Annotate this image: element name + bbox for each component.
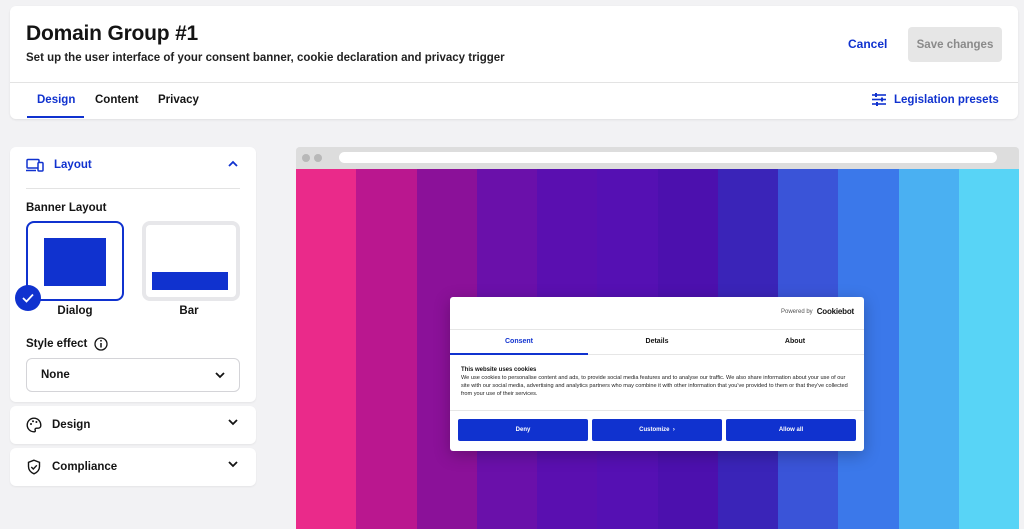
window-dot (302, 154, 310, 162)
chevron-down-icon (215, 371, 225, 378)
design-section-title: Design (52, 419, 91, 431)
header-divider (10, 82, 1018, 83)
powered-by-cookiebot: Powered by Cookiebot (781, 307, 854, 316)
dialog-option-label: Dialog (57, 305, 93, 317)
background-stripe (356, 169, 417, 529)
dialog-footer-divider (450, 410, 864, 411)
design-panel[interactable]: Design (10, 406, 256, 444)
page-header: Domain Group #1 Set up the user interfac… (10, 6, 1018, 119)
style-effect-label: Style effect (26, 338, 88, 350)
shield-check-icon (27, 459, 41, 475)
customize-button[interactable]: Customize › (592, 419, 722, 441)
consent-dialog-preview: Powered by Cookiebot Consent Details Abo… (450, 297, 864, 451)
cancel-button[interactable]: Cancel (848, 37, 887, 51)
save-changes-button[interactable]: Save changes (908, 27, 1002, 62)
compliance-section-title: Compliance (52, 461, 118, 473)
page-subtitle: Set up the user interface of your consen… (26, 52, 505, 64)
deny-button[interactable]: Deny (458, 419, 588, 441)
chevron-down-icon[interactable] (228, 461, 238, 468)
background-stripe (898, 169, 959, 529)
page-title: Domain Group #1 (26, 22, 199, 45)
browser-url-bar (339, 152, 997, 163)
banner-layout-label: Banner Layout (26, 202, 107, 214)
style-effect-select[interactable]: None (26, 358, 240, 392)
window-dot (314, 154, 322, 162)
background-stripe (296, 169, 357, 529)
layout-divider (26, 188, 240, 189)
legislation-presets-label: Legislation presets (894, 93, 999, 106)
tab-privacy[interactable]: Privacy (158, 94, 199, 106)
style-effect-label-row: Style effect (26, 337, 109, 351)
chevron-down-icon[interactable] (228, 419, 238, 426)
layout-section-header[interactable]: Layout (26, 158, 92, 172)
bar-option-label: Bar (179, 305, 199, 317)
legislation-presets-button[interactable]: Legislation presets (872, 93, 999, 106)
layout-option-dialog[interactable] (26, 221, 124, 301)
compliance-section-header[interactable]: Compliance (26, 459, 117, 475)
active-tab-indicator (27, 116, 84, 118)
dialog-tab-consent[interactable]: Consent (450, 338, 588, 345)
banner-preview-browser: Powered by Cookiebot Consent Details Abo… (296, 147, 1019, 529)
allow-all-button[interactable]: Allow all (726, 419, 856, 441)
background-stripe (958, 169, 1019, 529)
style-effect-value: None (41, 369, 70, 381)
chevron-up-icon[interactable] (228, 160, 238, 167)
dialog-divider (450, 329, 864, 330)
powered-by-label: Powered by (781, 308, 813, 315)
palette-icon (26, 417, 42, 433)
devices-icon (26, 158, 44, 172)
browser-toolbar (296, 147, 1019, 169)
chevron-right-icon: › (671, 427, 675, 433)
layout-section-title: Layout (54, 159, 92, 171)
compliance-panel[interactable]: Compliance (10, 448, 256, 486)
tab-content[interactable]: Content (95, 94, 138, 106)
info-icon[interactable] (94, 337, 109, 351)
tab-design[interactable]: Design (37, 94, 75, 106)
layout-option-bar[interactable] (142, 221, 240, 301)
layout-panel: Layout Banner Layout Dialog Bar Style ef… (10, 147, 256, 402)
dialog-tab-about[interactable]: About (726, 338, 864, 345)
bar-preview-shape (152, 272, 228, 290)
design-section-header[interactable]: Design (26, 417, 90, 433)
dialog-body: We use cookies to personalise content an… (461, 375, 848, 397)
dialog-tab-details[interactable]: Details (588, 338, 726, 345)
dialog-heading: This website uses cookies (461, 367, 537, 373)
dialog-active-tab-indicator (450, 353, 588, 355)
sliders-icon (872, 93, 886, 106)
cookiebot-logo: Cookiebot (816, 307, 855, 316)
customize-label: Customize (639, 427, 670, 433)
dialog-preview-shape (44, 238, 106, 286)
